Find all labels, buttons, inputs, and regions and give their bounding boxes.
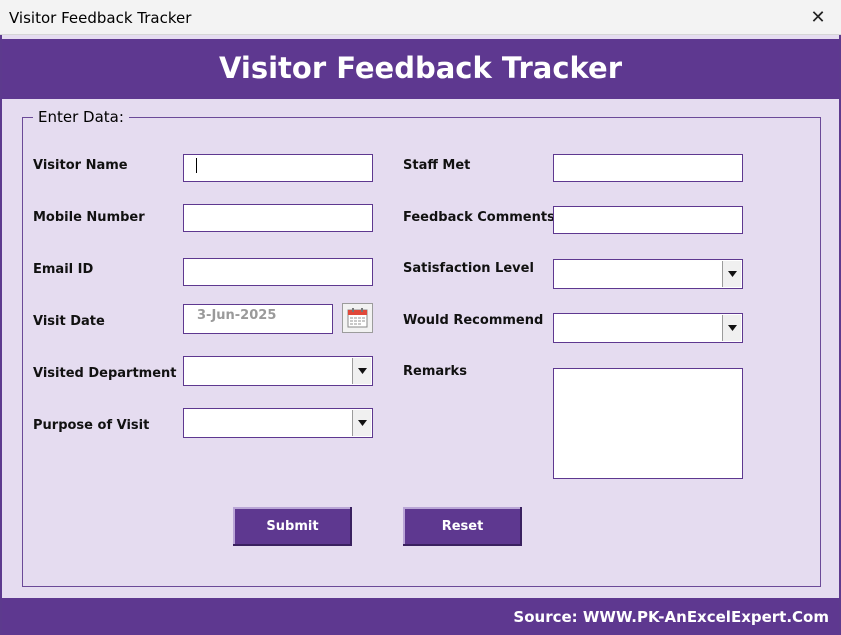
- visitor-name-input[interactable]: [183, 154, 373, 182]
- source-credit: Source: WWW.PK-AnExcelExpert.Com: [513, 608, 829, 626]
- staff-met-label: Staff Met: [403, 158, 471, 173]
- would-recommend-combo[interactable]: [553, 313, 743, 343]
- email-id-input[interactable]: [183, 258, 373, 286]
- frame-legend: Enter Data:: [33, 108, 129, 126]
- text-caret: [196, 158, 197, 173]
- page-title: Visitor Feedback Tracker: [218, 51, 623, 85]
- window-title: Visitor Feedback Tracker: [9, 9, 192, 27]
- visit-date-label: Visit Date: [33, 314, 105, 329]
- dropdown-arrow-icon: [358, 420, 367, 426]
- would-recommend-label: Would Recommend: [403, 313, 544, 328]
- satisfaction-level-label: Satisfaction Level: [403, 261, 534, 276]
- would-recommend-dropdown-button[interactable]: [722, 315, 741, 341]
- satisfaction-level-combo[interactable]: [553, 259, 743, 289]
- feedback-comments-input[interactable]: [553, 206, 743, 234]
- email-id-label: Email ID: [33, 262, 94, 277]
- visitor-name-label: Visitor Name: [33, 158, 128, 173]
- header-banner: Visitor Feedback Tracker: [2, 39, 839, 99]
- dropdown-arrow-icon: [728, 271, 737, 277]
- dropdown-arrow-icon: [358, 368, 367, 374]
- remarks-textarea[interactable]: [553, 368, 743, 479]
- purpose-of-visit-label: Purpose of Visit: [33, 418, 150, 433]
- close-icon[interactable]: ✕: [795, 0, 841, 34]
- staff-met-input[interactable]: [553, 154, 743, 182]
- purpose-of-visit-combo[interactable]: [183, 408, 373, 438]
- visited-department-dropdown-button[interactable]: [352, 358, 371, 384]
- purpose-of-visit-dropdown-button[interactable]: [352, 410, 371, 436]
- mobile-number-label: Mobile Number: [33, 210, 145, 225]
- feedback-comments-label: Feedback Comments: [403, 210, 555, 225]
- mobile-number-input[interactable]: [183, 204, 373, 232]
- visited-department-label: Visited Department: [33, 366, 177, 381]
- dropdown-arrow-icon: [728, 325, 737, 331]
- submit-button[interactable]: Submit: [233, 507, 352, 546]
- reset-button[interactable]: Reset: [403, 507, 522, 546]
- footer-banner: Source: WWW.PK-AnExcelExpert.Com: [2, 598, 839, 635]
- visited-department-combo[interactable]: [183, 356, 373, 386]
- calendar-button[interactable]: [342, 303, 373, 333]
- window-titlebar: Visitor Feedback Tracker ✕: [0, 0, 841, 35]
- satisfaction-level-dropdown-button[interactable]: [722, 261, 741, 287]
- calendar-icon: [347, 308, 368, 328]
- visit-date-field[interactable]: 3-Jun-2025: [183, 304, 333, 334]
- remarks-label: Remarks: [403, 364, 467, 379]
